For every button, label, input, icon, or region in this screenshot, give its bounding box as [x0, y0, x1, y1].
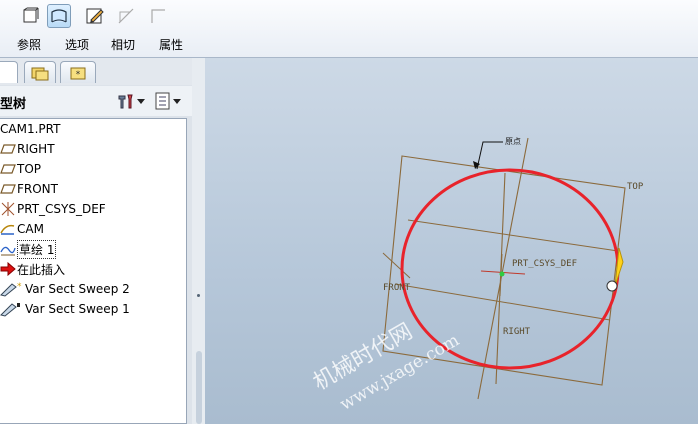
- datum-plane-icon: [0, 181, 16, 197]
- reference-tool-button[interactable]: [18, 4, 42, 28]
- tree-item-label: CAM1.PRT: [0, 122, 61, 136]
- navigator-panel: * 型树 CAM1.PRT RIGHT TOP FRONT PRT_CSYS_D…: [0, 58, 205, 424]
- datum-plane-icon: [0, 161, 16, 177]
- tab-tangency[interactable]: 相切: [111, 36, 135, 53]
- tree-item-right[interactable]: RIGHT: [0, 139, 55, 159]
- svg-text:*: *: [76, 70, 81, 80]
- model-tree-show-button[interactable]: [154, 91, 186, 111]
- tab-references[interactable]: 参照: [17, 36, 41, 53]
- pencil-sketch-icon: [86, 8, 104, 24]
- tangent-tool-button[interactable]: [114, 4, 138, 28]
- tab-favorites[interactable]: *: [60, 61, 96, 83]
- tree-item-label: FRONT: [17, 182, 58, 196]
- sash-grip-dot: [197, 294, 200, 297]
- var-sect-sweep-icon: [0, 301, 24, 317]
- tab-options[interactable]: 选项: [65, 36, 89, 53]
- svg-text:*: *: [17, 282, 22, 292]
- tree-item-front[interactable]: FRONT: [0, 179, 58, 199]
- tree-item-label: 草绘 1: [17, 239, 57, 259]
- model-tree-title: 型树: [0, 97, 27, 112]
- tree-item-var-sect-sweep-2[interactable]: * Var Sect Sweep 2: [0, 279, 130, 299]
- tree-item-part[interactable]: CAM1.PRT: [0, 119, 60, 139]
- tree-item-label: RIGHT: [17, 142, 55, 156]
- insert-here-arrow-icon: [0, 261, 16, 277]
- sweep-dashboard: 参照 选项 相切 属性: [0, 0, 698, 58]
- tree-item-label: Var Sect Sweep 2: [25, 282, 130, 296]
- label-leader: 原点: [505, 137, 521, 146]
- open-section-icon: [51, 9, 67, 23]
- tree-item-top[interactable]: TOP: [0, 159, 41, 179]
- model-tree: CAM1.PRT RIGHT TOP FRONT PRT_CSYS_DEF CA…: [0, 118, 187, 424]
- csys-icon: [0, 201, 16, 217]
- square-outline-icon: [23, 7, 39, 23]
- tree-item-sketch[interactable]: 草绘 1: [0, 239, 57, 259]
- datum-line-front-edge: [382, 252, 411, 279]
- tree-item-label: PRT_CSYS_DEF: [17, 202, 106, 216]
- chevron-down-icon: [137, 99, 145, 104]
- var-sect-sweep-icon: *: [0, 281, 24, 297]
- tab-properties[interactable]: 属性: [159, 36, 183, 53]
- sketch-icon: [0, 241, 16, 257]
- section-tool-button[interactable]: [47, 4, 71, 28]
- cam-curve-icon: [0, 221, 16, 237]
- navigator-tabs: *: [0, 58, 205, 85]
- section-circle: [400, 168, 620, 370]
- model-tree-header: 型树: [0, 86, 192, 116]
- label-top: TOP: [627, 182, 644, 192]
- start-point-handle: [606, 280, 618, 292]
- label-csys: PRT_CSYS_DEF: [512, 259, 577, 269]
- tree-item-cam[interactable]: CAM: [0, 219, 44, 239]
- sketch-edit-button[interactable]: [83, 4, 107, 28]
- label-right: RIGHT: [503, 327, 531, 337]
- tree-item-csys[interactable]: PRT_CSYS_DEF: [0, 199, 106, 219]
- tree-item-var-sect-sweep-1[interactable]: Var Sect Sweep 1: [0, 299, 130, 319]
- tab-folder-browser[interactable]: [24, 61, 56, 83]
- csys-origin-marker: [499, 271, 505, 277]
- model-viewport: 原点 TOP PRT_CSYS_DEF FRONT RIGHT 机械时代网 ww…: [309, 137, 644, 415]
- corner-icon: [151, 9, 165, 23]
- corner-tool-button[interactable]: [146, 4, 170, 28]
- leader-line: [476, 141, 503, 170]
- tree-item-label: 在此插入: [17, 262, 66, 277]
- tree-item-label: CAM: [17, 222, 44, 236]
- tangent-icon: [118, 8, 134, 24]
- tree-item-label: TOP: [17, 162, 42, 176]
- label-front: FRONT: [383, 283, 411, 293]
- list-settings-icon: [155, 92, 170, 110]
- datum-line-lower: [394, 283, 611, 321]
- datum-line-upper: [407, 219, 619, 252]
- datum-plane-icon: [0, 141, 16, 157]
- favorites-folder-icon: *: [70, 67, 86, 80]
- tools-icon: [118, 94, 133, 109]
- model-tree-settings-button[interactable]: [116, 91, 148, 111]
- graphics-window[interactable]: 原点 TOP PRT_CSYS_DEF FRONT RIGHT 机械时代网 ww…: [205, 58, 698, 424]
- tree-item-label: Var Sect Sweep 1: [25, 302, 130, 316]
- chevron-down-icon: [173, 99, 181, 104]
- navigator-sash[interactable]: [192, 58, 205, 424]
- folders-icon: [31, 67, 49, 80]
- tab-model-tree[interactable]: [0, 61, 18, 83]
- navigator-scrollbar[interactable]: [196, 351, 202, 424]
- tree-item-insert-here[interactable]: 在此插入: [0, 259, 65, 279]
